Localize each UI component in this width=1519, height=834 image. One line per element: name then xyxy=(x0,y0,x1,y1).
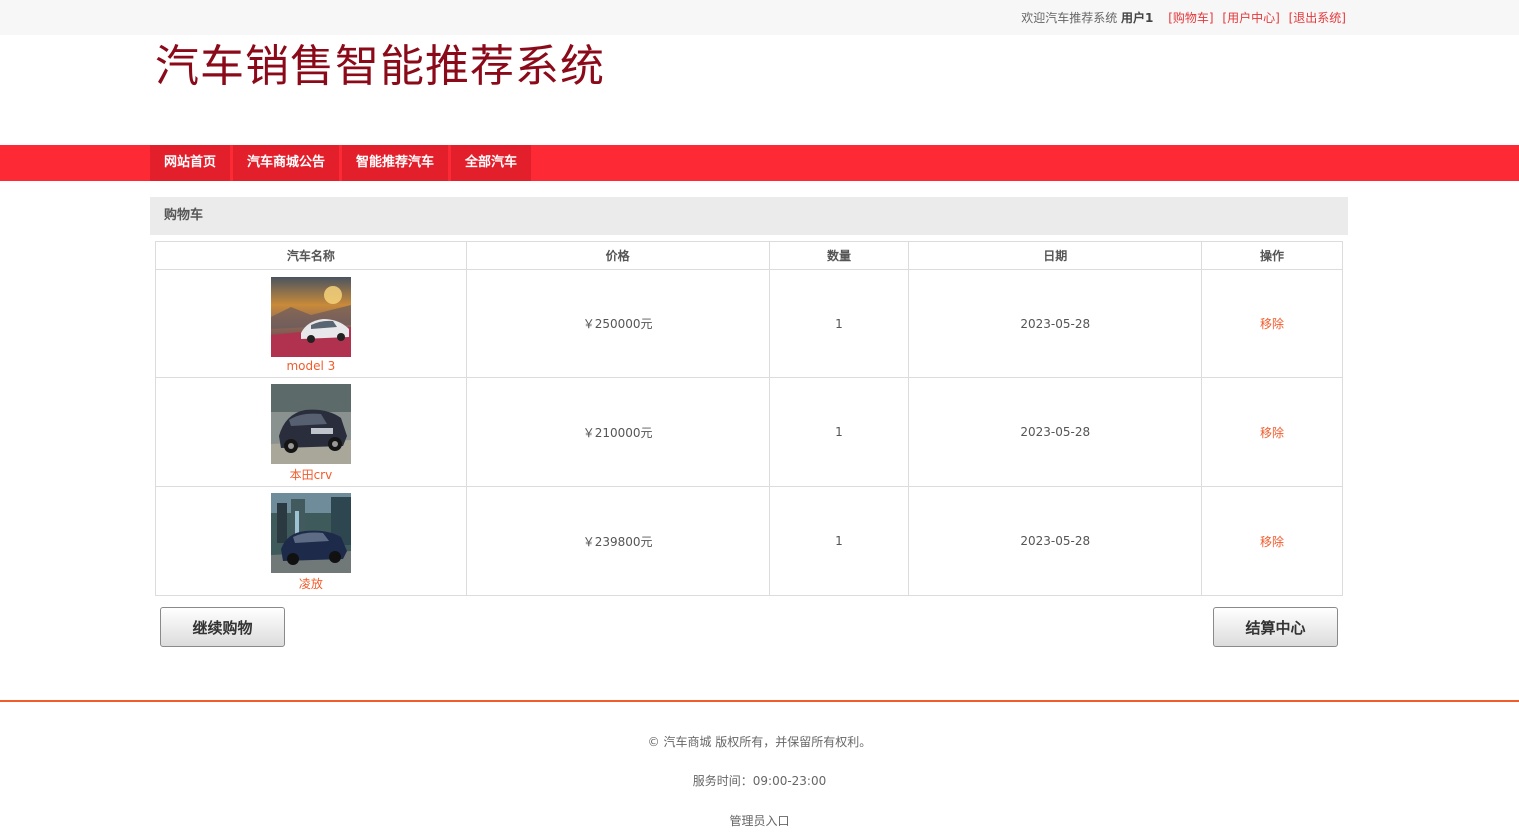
column-header-price: 价格 xyxy=(465,241,770,270)
column-header-date: 日期 xyxy=(908,241,1203,270)
qty-cell: 1 xyxy=(768,486,910,596)
nav-item-announcements[interactable]: 汽车商城公告 xyxy=(233,145,340,181)
top-bar-links: 欢迎汽车推荐系统 用户1 [购物车] [用户中心] [退出系统] xyxy=(1021,9,1346,26)
footer-divider xyxy=(0,700,1519,702)
car-cell: 凌放 xyxy=(155,486,467,596)
car-image[interactable] xyxy=(270,276,351,357)
date-cell: 2023-05-28 xyxy=(908,486,1203,596)
table-row: 凌放 ￥239800元 1 2023-05-28 移除 xyxy=(155,486,1343,596)
footer-service-hours: 服务时间：09:00-23:00 xyxy=(692,774,827,788)
nav-items: 网站首页 汽车商城公告 智能推荐汽车 全部汽车 xyxy=(150,145,534,181)
username: 用户1 xyxy=(1121,11,1154,25)
car-image[interactable] xyxy=(270,383,351,464)
column-header-name: 汽车名称 xyxy=(155,241,467,270)
car-image[interactable] xyxy=(270,492,351,573)
top-bar: 欢迎汽车推荐系统 用户1 [购物车] [用户中心] [退出系统] xyxy=(0,0,1519,35)
action-cell: 移除 xyxy=(1201,486,1343,596)
table-row: 本田crv ￥210000元 1 2023-05-28 移除 xyxy=(155,377,1343,487)
price-cell: ￥239800元 xyxy=(465,486,770,596)
cart-table: 汽车名称 价格 数量 日期 操作 model 3 ￥250000元 1 2023… xyxy=(155,241,1343,596)
car-cell: model 3 xyxy=(155,269,467,378)
car-name-link[interactable]: 本田crv xyxy=(156,466,466,483)
admin-entry-link[interactable]: 管理员入口 xyxy=(0,812,1519,829)
car-name-link[interactable]: model 3 xyxy=(156,359,466,373)
car-cell: 本田crv xyxy=(155,377,467,487)
date-cell: 2023-05-28 xyxy=(908,269,1203,378)
nav-item-recommend[interactable]: 智能推荐汽车 xyxy=(342,145,449,181)
price-cell: ￥250000元 xyxy=(465,269,770,378)
user-center-link[interactable]: [用户中心] xyxy=(1222,11,1279,25)
price-cell: ￥210000元 xyxy=(465,377,770,487)
car-name-link[interactable]: 凌放 xyxy=(156,575,466,592)
remove-link[interactable]: 移除 xyxy=(1260,535,1284,549)
qty-cell: 1 xyxy=(768,269,910,378)
logout-link[interactable]: [退出系统] xyxy=(1289,11,1346,25)
checkout-button[interactable]: 结算中心 xyxy=(1213,607,1338,647)
date-cell: 2023-05-28 xyxy=(908,377,1203,487)
column-header-action: 操作 xyxy=(1201,241,1343,270)
nav-item-home[interactable]: 网站首页 xyxy=(150,145,231,181)
nav-item-all-cars[interactable]: 全部汽车 xyxy=(451,145,532,181)
action-cell: 移除 xyxy=(1201,377,1343,487)
welcome-text: 欢迎汽车推荐系统 xyxy=(1021,11,1118,25)
main-nav: 网站首页 汽车商城公告 智能推荐汽车 全部汽车 xyxy=(0,145,1519,181)
continue-shopping-button[interactable]: 继续购物 xyxy=(160,607,285,647)
remove-link[interactable]: 移除 xyxy=(1260,426,1284,440)
cart-section-title: 购物车 xyxy=(150,197,1348,235)
table-header-row: 汽车名称 价格 数量 日期 操作 xyxy=(155,241,1343,270)
action-cell: 移除 xyxy=(1201,269,1343,378)
site-title: 汽车销售智能推荐系统 xyxy=(155,41,605,92)
qty-cell: 1 xyxy=(768,377,910,487)
column-header-qty: 数量 xyxy=(768,241,910,270)
table-row: model 3 ￥250000元 1 2023-05-28 移除 xyxy=(155,269,1343,378)
remove-link[interactable]: 移除 xyxy=(1260,317,1284,331)
cart-link[interactable]: [购物车] xyxy=(1168,11,1213,25)
footer-copyright: © 汽车商城 版权所有，并保留所有权利。 xyxy=(647,735,872,749)
